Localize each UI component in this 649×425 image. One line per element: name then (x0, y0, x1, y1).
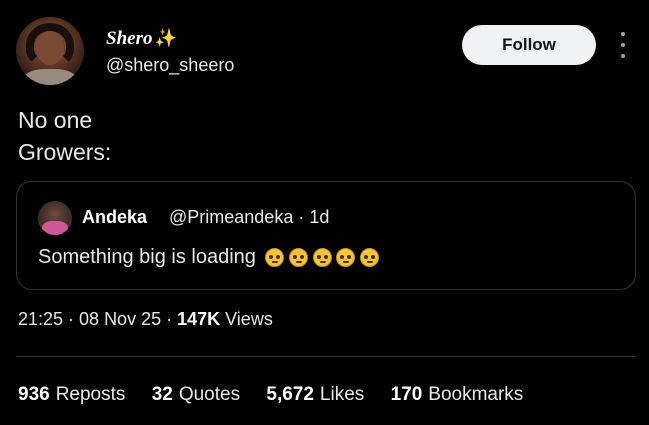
pleading-face-icon (289, 248, 309, 268)
author-display-name[interactable]: Shero ✨ (106, 28, 177, 50)
pleading-face-icon (265, 248, 285, 268)
bookmarks-label: Bookmarks (428, 384, 524, 405)
likes-count: 5,672 (266, 384, 314, 405)
tweet-text: No one Growers: (18, 104, 111, 168)
quoted-author-avatar[interactable] (38, 201, 72, 235)
views-label: Views (220, 309, 273, 329)
avatar-face (36, 31, 64, 65)
pleading-face-icon (312, 248, 332, 268)
reposts-label: Reposts (55, 384, 126, 405)
divider (16, 356, 636, 357)
quoted-text-body: Something big is loading (38, 246, 256, 268)
more-dot (621, 54, 625, 58)
tweet-line: Growers: (18, 139, 112, 165)
quoted-author-name[interactable]: Andeka (82, 207, 147, 228)
likes-stat[interactable]: 5,672 Likes (266, 384, 364, 406)
tweet-meta: 21:25 · 08 Nov 25 · 147K Views (18, 309, 273, 330)
more-dot (621, 32, 625, 36)
quoted-tweet-card[interactable]: Andeka @Primeandeka · 1d Something big i… (16, 181, 636, 290)
sparkles-icon: ✨ (154, 28, 177, 48)
follow-button[interactable]: Follow (462, 25, 596, 65)
more-vertical-icon[interactable] (616, 32, 630, 58)
author-avatar[interactable] (16, 17, 84, 85)
author-name-text: Shero (106, 28, 153, 49)
reposts-stat[interactable]: 936 Reposts (18, 384, 125, 406)
tweet-timestamp[interactable]: 21:25 · 08 Nov 25 · (18, 309, 177, 329)
views-count: 147K (177, 309, 221, 329)
bookmarks-stat[interactable]: 170 Bookmarks (391, 384, 524, 406)
pleading-face-icon (359, 248, 379, 268)
more-dot (621, 43, 625, 47)
quotes-count: 32 (151, 384, 173, 405)
quoted-author-handle-time[interactable]: @Primeandeka · 1d (169, 207, 329, 228)
emoji-row (265, 246, 379, 269)
tweet-line: No one (18, 107, 93, 133)
engagement-stats: 936 Reposts 32 Quotes 5,672 Likes 170 Bookma… (18, 384, 544, 406)
quoted-tweet-text: Something big is loading (38, 246, 379, 269)
likes-label: Likes (319, 384, 365, 405)
quotes-label: Quotes (178, 384, 241, 405)
reposts-count: 936 (18, 384, 50, 405)
quotes-stat[interactable]: 32 Quotes (152, 384, 240, 406)
pleading-face-icon (336, 248, 356, 268)
quoted-avatar-shirt (42, 221, 68, 235)
avatar-shirt (22, 69, 78, 85)
bookmarks-count: 170 (390, 384, 423, 405)
author-handle[interactable]: @shero_sheero (106, 55, 234, 76)
